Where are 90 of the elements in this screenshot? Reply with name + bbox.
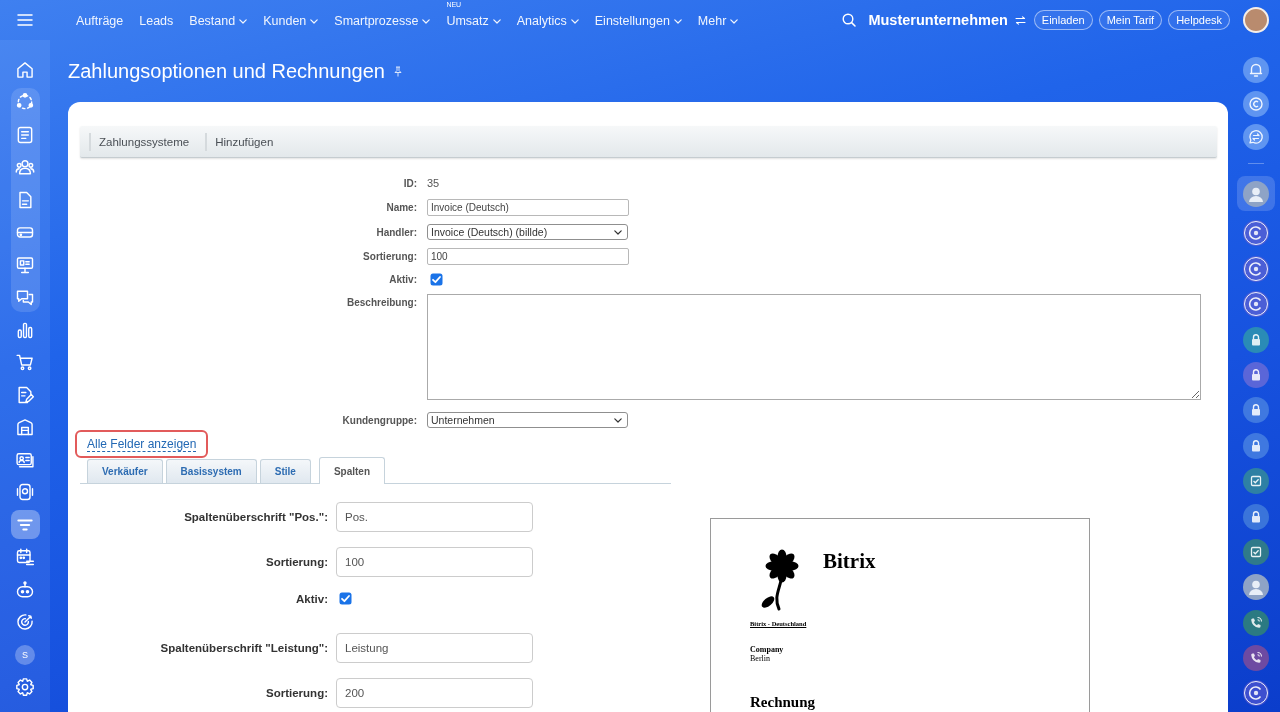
company-title: Bitrix — [823, 549, 876, 573]
nav-menu-item[interactable]: Bestand — [189, 14, 248, 28]
invoice-heading: Rechnung — [750, 695, 817, 710]
toolbar-link[interactable]: Zahlungssysteme — [99, 135, 190, 148]
text-field[interactable]: Pos. — [336, 502, 533, 532]
text-field[interactable]: Leistung — [336, 633, 533, 663]
chat-swap-icon[interactable] — [1243, 124, 1269, 150]
field-label: Name: — [386, 202, 417, 213]
garage-icon — [15, 417, 35, 437]
show-all-fields-link[interactable]: Alle Felder anzeigen — [87, 436, 197, 452]
presentation-board-icon — [15, 254, 35, 275]
chevron-icon — [614, 229, 622, 235]
tab[interactable]: Stile — [259, 459, 311, 483]
nav-menu-item[interactable]: Einstellungen — [594, 14, 682, 28]
toolbar-link[interactable]: Hinzufügen — [215, 135, 274, 148]
nav-menu-item[interactable]: Smartprozesse — [334, 14, 431, 28]
field-value: 35 — [427, 176, 440, 191]
field-label: Aktiv: — [389, 274, 417, 285]
tab[interactable]: Spalten — [318, 457, 385, 484]
robot-icon — [15, 579, 35, 600]
lock-icon[interactable] — [1243, 326, 1269, 353]
pin-icon[interactable] — [392, 65, 403, 77]
nav-menu-item[interactable]: Kunden — [263, 14, 319, 28]
user-avatar[interactable] — [1243, 7, 1269, 33]
tab[interactable]: Basissystem — [165, 459, 257, 483]
page-title: Zahlungsoptionen und Rechnungen — [68, 59, 385, 83]
field-label: Kundengruppe: — [342, 414, 417, 426]
company-name[interactable]: Musterunternehmen — [868, 12, 1008, 28]
swap-icon[interactable] — [1014, 15, 1026, 25]
field-label: Sortierung: — [363, 251, 417, 262]
field-label: Handler: — [376, 226, 417, 238]
settings-icon — [15, 677, 35, 697]
sidebar-item[interactable] — [10, 510, 40, 539]
field-label: Spaltenüberschrift "Pos.": — [184, 511, 328, 523]
nav-menu-item[interactable]: Umsatz — [446, 14, 501, 28]
nav-menu-item[interactable]: Analytics — [516, 14, 579, 28]
text-field[interactable]: 100 — [336, 547, 533, 577]
chevron-icon — [614, 417, 622, 423]
contact-avatar[interactable] — [1243, 180, 1269, 207]
calendar-icon — [15, 547, 35, 567]
task-icon[interactable] — [1243, 468, 1269, 495]
lock-icon[interactable] — [1243, 503, 1269, 530]
lock-icon[interactable] — [1243, 361, 1269, 388]
newspaper-icon — [15, 124, 35, 145]
device-icon — [15, 482, 35, 502]
users-icon — [15, 157, 35, 177]
lock-icon[interactable] — [1243, 397, 1269, 424]
search-icon[interactable] — [842, 13, 857, 27]
checkbox[interactable] — [339, 592, 352, 605]
channel-icon[interactable] — [1243, 291, 1269, 318]
text-field[interactable]: 100 — [427, 248, 629, 265]
recipient-name: Company — [750, 645, 785, 654]
channel-icon[interactable] — [1243, 680, 1269, 707]
field-label: Spaltenüberschrift "Leistung": — [160, 642, 328, 654]
target-icon — [15, 612, 35, 632]
nav-menu-item[interactable]: Aufträge — [76, 14, 124, 28]
header-button[interactable]: Einladen — [1033, 10, 1093, 30]
recipient-city: Berlin — [750, 654, 771, 663]
channel-icon[interactable] — [1243, 255, 1269, 282]
field-label: ID: — [403, 178, 417, 189]
channel-icon[interactable] — [1243, 220, 1269, 247]
field-label: Sortierung: — [266, 687, 328, 699]
chat-icon — [15, 287, 35, 307]
field-label: Sortierung: — [266, 556, 328, 568]
field-label: Aktiv: — [296, 592, 328, 605]
dropdown[interactable]: Unternehmen — [427, 412, 628, 428]
contact-avatar[interactable] — [1243, 574, 1269, 601]
text-field[interactable]: 200 — [336, 678, 533, 708]
dropdown[interactable]: Invoice (Deutsch) (billde) — [427, 224, 628, 240]
home-icon — [15, 59, 35, 80]
phone-icon[interactable] — [1243, 609, 1269, 636]
coin-icon[interactable] — [1243, 90, 1269, 117]
tab[interactable]: Verkäufer — [87, 459, 163, 483]
checkbox[interactable] — [430, 273, 443, 286]
cart-icon — [15, 352, 35, 372]
nav-menu-item[interactable]: Leads — [139, 14, 174, 28]
user-initial-avatar[interactable]: S — [15, 644, 35, 665]
menu-icon[interactable] — [17, 14, 33, 26]
header-button[interactable]: Mein Tarif — [1098, 10, 1163, 30]
text-field[interactable]: Invoice (Deutsch) — [427, 199, 629, 216]
cycle-icon — [15, 92, 35, 112]
nav-menu-item[interactable]: Mehr — [697, 14, 739, 28]
header-button[interactable]: Helpdesk — [1168, 10, 1230, 30]
lock-icon[interactable] — [1243, 432, 1269, 459]
field-label: Beschreibung: — [347, 296, 417, 308]
bell-icon[interactable] — [1243, 57, 1269, 83]
chat-tile[interactable] — [1237, 176, 1275, 211]
document-edit-icon — [15, 384, 35, 405]
task-icon[interactable] — [1243, 538, 1269, 565]
phone-icon[interactable] — [1243, 645, 1269, 672]
